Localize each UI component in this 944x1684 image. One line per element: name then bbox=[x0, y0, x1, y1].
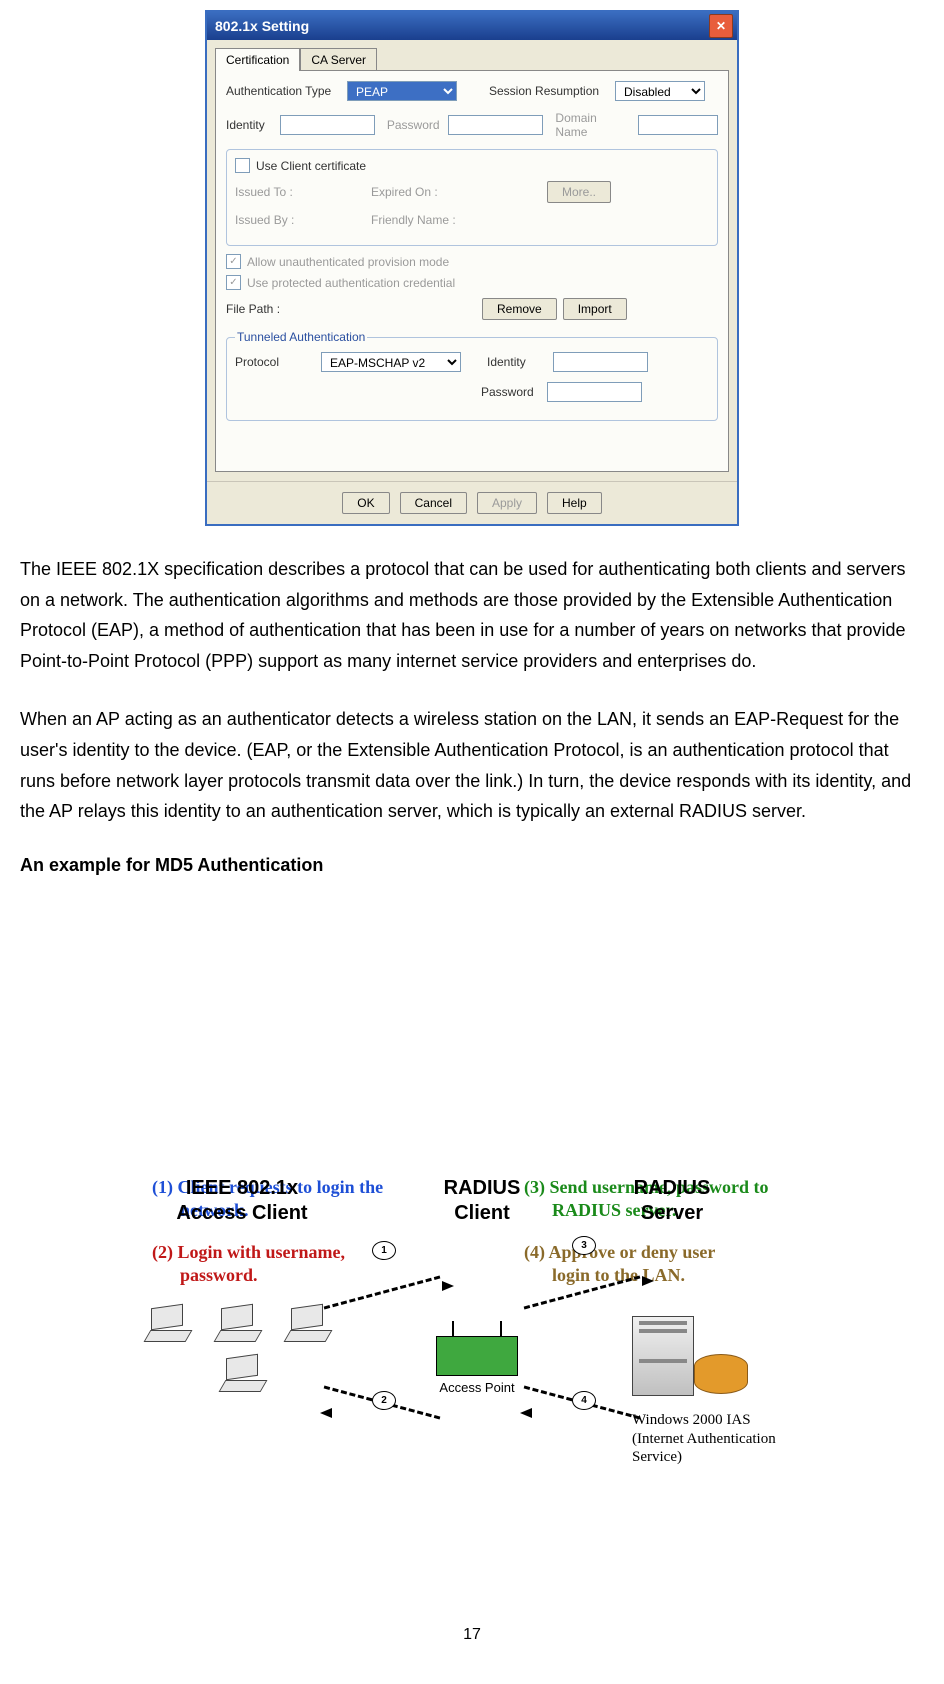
session-resumption-label: Session Resumption bbox=[489, 84, 609, 98]
arrowhead-icon bbox=[442, 1281, 454, 1291]
arrowhead-icon bbox=[320, 1408, 332, 1418]
step-marker-4: 4 bbox=[572, 1391, 596, 1410]
arrowhead-icon bbox=[642, 1276, 654, 1286]
tunneled-auth-group: Tunneled Authentication Protocol EAP-MSC… bbox=[226, 330, 718, 421]
tun-password-input[interactable] bbox=[547, 382, 642, 402]
friendly-name-label: Friendly Name : bbox=[371, 213, 456, 227]
import-button[interactable]: Import bbox=[563, 298, 627, 320]
use-client-cert-check[interactable]: Use Client certificate bbox=[235, 158, 709, 173]
auth-type-label: Authentication Type bbox=[226, 84, 341, 98]
example-heading: An example for MD5 Authentication bbox=[20, 855, 924, 876]
radius-client-title: RADIUSClient bbox=[422, 1176, 542, 1226]
paragraph-2: When an AP acting as an authenticator de… bbox=[20, 704, 924, 826]
tab-ca-server[interactable]: CA Server bbox=[300, 48, 377, 71]
tun-identity-input[interactable] bbox=[553, 352, 648, 372]
file-path-label: File Path : bbox=[226, 302, 476, 316]
step-marker-3: 3 bbox=[572, 1236, 596, 1255]
laptop-icon bbox=[287, 1306, 333, 1340]
client-cert-group: Use Client certificate Issued To : Expir… bbox=[226, 149, 718, 246]
help-button[interactable]: Help bbox=[547, 492, 602, 514]
protocol-label: Protocol bbox=[235, 355, 315, 369]
step-marker-1: 1 bbox=[372, 1241, 396, 1260]
server-caption: Windows 2000 IAS (Internet Authenticatio… bbox=[632, 1411, 776, 1467]
checkbox-icon: ✓ bbox=[226, 275, 241, 290]
access-point-icon: Access Point bbox=[427, 1336, 527, 1395]
arrowhead-icon bbox=[520, 1408, 532, 1418]
tab-strip: Certification CA Server bbox=[207, 40, 737, 71]
domain-name-input[interactable] bbox=[638, 115, 718, 135]
database-icon bbox=[694, 1354, 748, 1394]
apply-button[interactable]: Apply bbox=[477, 492, 537, 514]
page-number: 17 bbox=[20, 1626, 924, 1644]
password-input[interactable] bbox=[448, 115, 543, 135]
laptop-icon bbox=[217, 1306, 263, 1340]
remove-button[interactable]: Remove bbox=[482, 298, 557, 320]
close-icon[interactable]: ✕ bbox=[709, 14, 733, 38]
auth-type-select[interactable]: PEAP bbox=[347, 81, 457, 101]
issued-by-label: Issued By : bbox=[235, 213, 365, 227]
ok-button[interactable]: OK bbox=[342, 492, 389, 514]
session-resumption-select[interactable]: Disabled bbox=[615, 81, 705, 101]
window-title: 802.1x Setting bbox=[211, 18, 709, 34]
tunneled-auth-legend: Tunneled Authentication bbox=[235, 330, 367, 344]
settings-dialog: 802.1x Setting ✕ Certification CA Server… bbox=[205, 10, 739, 526]
issued-to-label: Issued To : bbox=[235, 185, 365, 199]
more-button[interactable]: More.. bbox=[547, 181, 611, 203]
server-icon bbox=[632, 1316, 694, 1396]
checkbox-icon bbox=[235, 158, 250, 173]
use-protected-check: ✓ Use protected authentication credentia… bbox=[226, 275, 718, 290]
tun-identity-label: Identity bbox=[487, 355, 547, 369]
laptop-icon bbox=[147, 1306, 193, 1340]
protocol-select[interactable]: EAP-MSCHAP v2 bbox=[321, 352, 461, 372]
titlebar[interactable]: 802.1x Setting ✕ bbox=[207, 12, 737, 40]
dialog-footer: OK Cancel Apply Help bbox=[207, 481, 737, 524]
expired-on-label: Expired On : bbox=[371, 185, 541, 199]
document-page: 802.1x Setting ✕ Certification CA Server… bbox=[0, 10, 944, 1684]
radius-server-title: RADIUSServer bbox=[612, 1176, 732, 1226]
laptop-icon bbox=[222, 1356, 268, 1390]
cancel-button[interactable]: Cancel bbox=[400, 492, 467, 514]
domain-name-label: Domain Name bbox=[555, 111, 632, 139]
checkbox-icon: ✓ bbox=[226, 254, 241, 269]
access-client-title: IEEE 802.1xAccess Client bbox=[152, 1176, 332, 1226]
tun-password-label: Password bbox=[481, 385, 541, 399]
identity-label: Identity bbox=[226, 118, 274, 132]
md5-auth-diagram: IEEE 802.1xAccess Client RADIUSClient RA… bbox=[92, 1176, 852, 1576]
password-label: Password bbox=[387, 118, 443, 132]
identity-input[interactable] bbox=[280, 115, 375, 135]
allow-unauth-check: ✓ Allow unauthenticated provision mode bbox=[226, 254, 718, 269]
tab-panel: Authentication Type PEAP Session Resumpt… bbox=[215, 70, 729, 472]
tab-certification[interactable]: Certification bbox=[215, 48, 300, 71]
paragraph-1: The IEEE 802.1X specification describes … bbox=[20, 554, 924, 676]
step-marker-2: 2 bbox=[372, 1391, 396, 1410]
